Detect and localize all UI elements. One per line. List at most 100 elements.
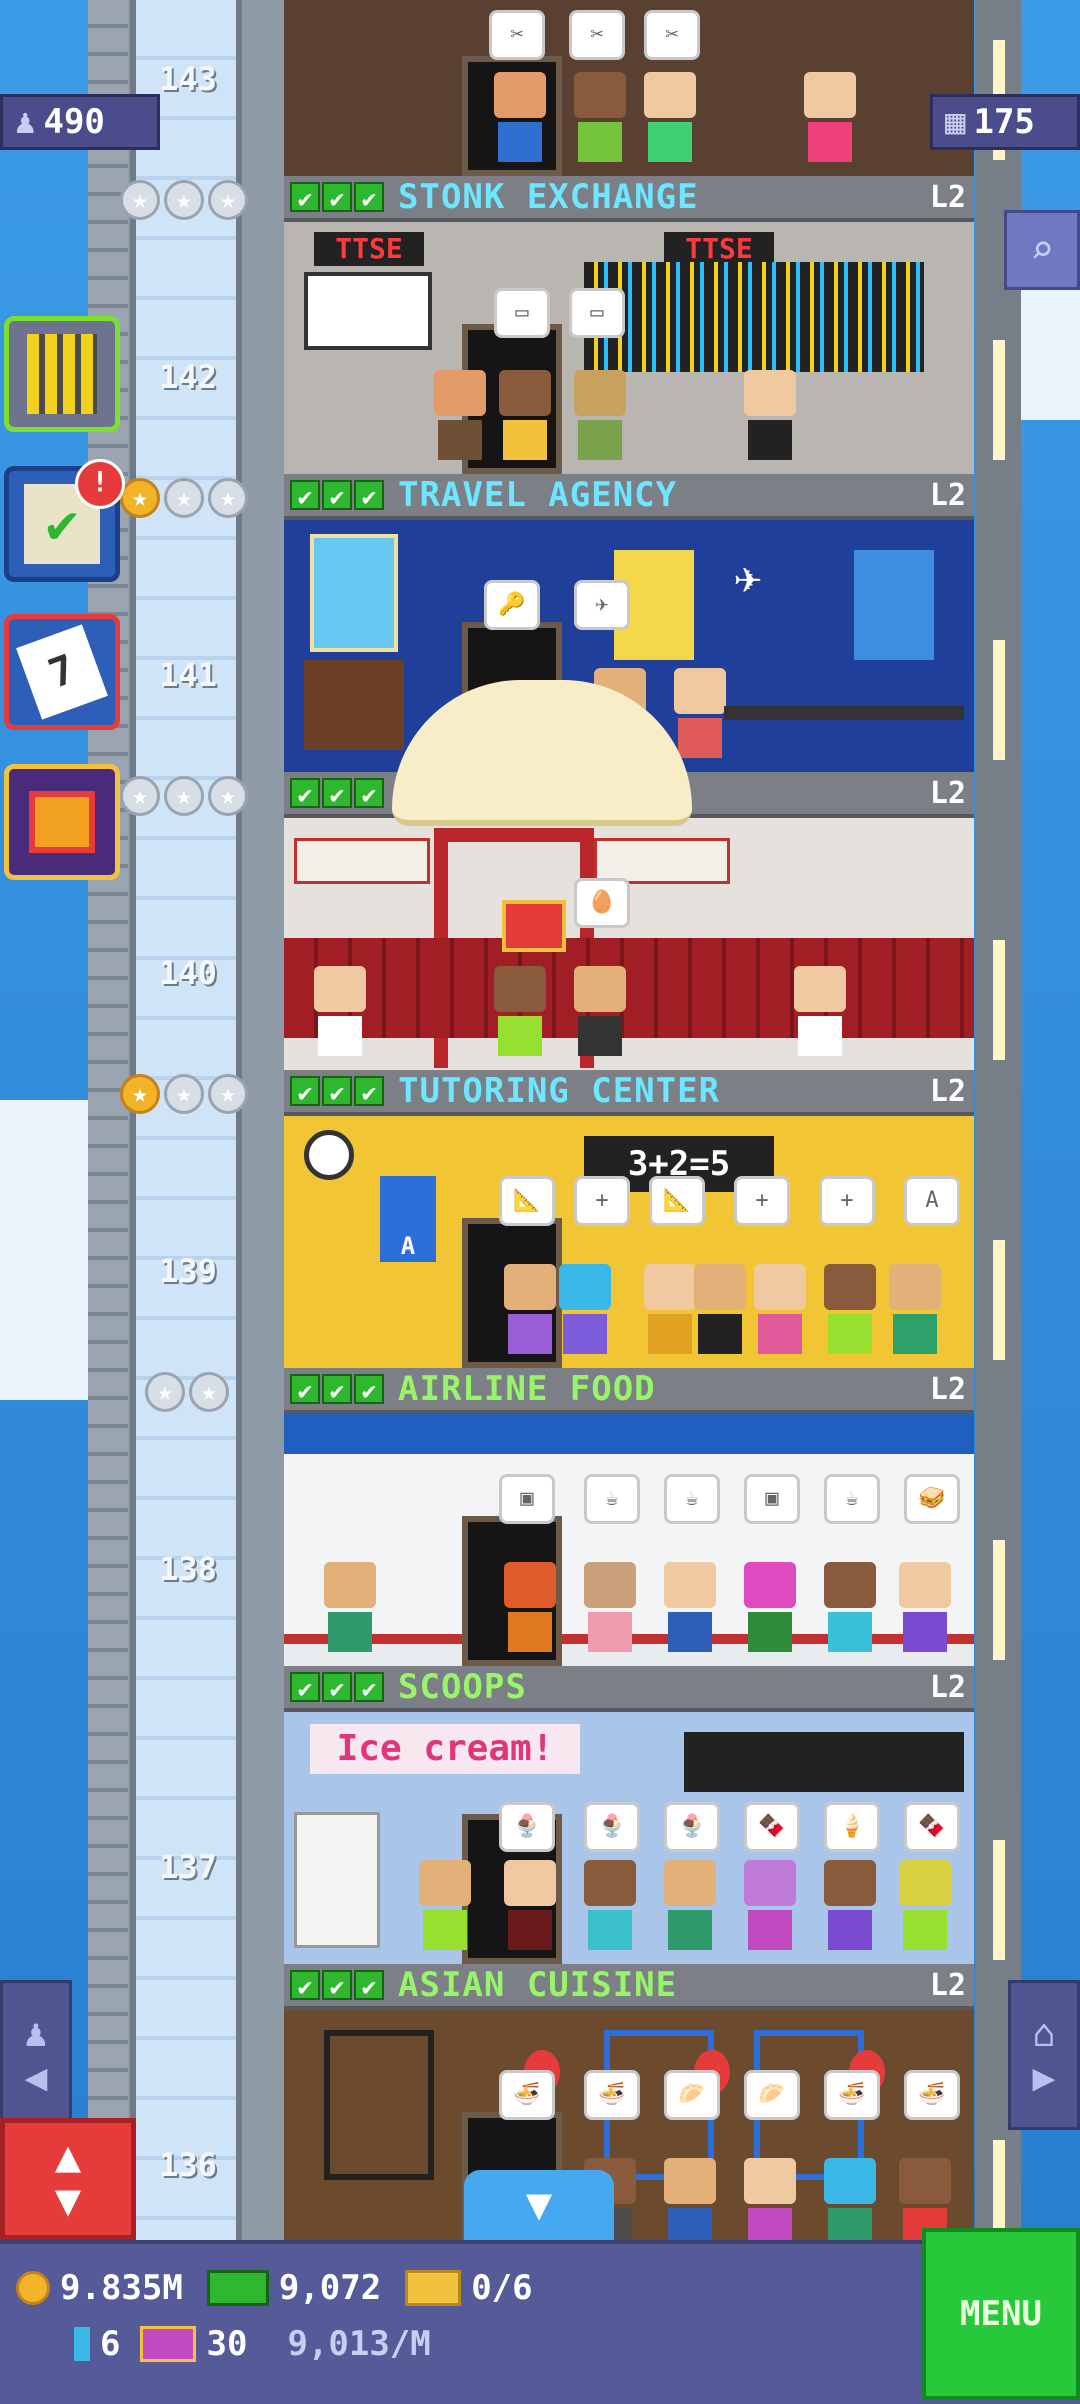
- person[interactable]: [419, 1860, 471, 1952]
- check-icon: ✔: [290, 1672, 320, 1703]
- floor-stars: ★ ★ ★: [120, 776, 248, 816]
- floor-scoops[interactable]: ✔ ✔ ✔ SCOOPS L2 Ice cream! 🍨 🍨 🍨 🍫 🍦 🍫: [284, 1666, 974, 1964]
- floor-stars: ★ ★: [145, 1372, 229, 1412]
- person[interactable]: [504, 1562, 556, 1654]
- home-button[interactable]: ⌂ ▶: [1008, 1980, 1080, 2130]
- person[interactable]: [324, 1562, 376, 1654]
- person[interactable]: [644, 72, 696, 164]
- person[interactable]: [899, 1860, 951, 1952]
- person[interactable]: [824, 2158, 876, 2250]
- missions-button[interactable]: ✔ !: [4, 459, 125, 582]
- person[interactable]: [754, 1264, 806, 1356]
- person[interactable]: [824, 1562, 876, 1654]
- elevator-down-button[interactable]: ▼: [464, 2170, 614, 2240]
- building-overview-button[interactable]: [4, 316, 120, 432]
- person[interactable]: [804, 72, 856, 164]
- person-icon: ♟: [24, 2011, 48, 2055]
- window-light: [993, 1540, 1005, 1660]
- person[interactable]: [824, 1264, 876, 1356]
- floor-level: L2: [929, 477, 966, 513]
- elevator-floor-number: 140: [159, 954, 217, 992]
- elevator-control-button[interactable]: ▲ ▼: [0, 2118, 136, 2240]
- check-icon: ✔: [354, 778, 384, 809]
- menu-button[interactable]: MENU: [922, 2228, 1080, 2400]
- elevator-car-track[interactable]: [130, 0, 242, 2240]
- display-case: [294, 1812, 380, 1948]
- person[interactable]: [744, 2158, 796, 2250]
- ticket-icon: [405, 2270, 462, 2306]
- population-badge[interactable]: ♟ 490: [0, 94, 160, 150]
- floor-airline-food[interactable]: ✔ ✔ ✔ AIRLINE FOOD L2 ▣ ☕ ☕ ▣ ☕ 🥪: [284, 1368, 974, 1666]
- person[interactable]: [559, 1264, 611, 1356]
- room-interior: ▣ ☕ ☕ ▣ ☕ 🥪: [284, 1414, 974, 1666]
- person[interactable]: [504, 1860, 556, 1952]
- person[interactable]: [744, 370, 796, 462]
- person[interactable]: [664, 1562, 716, 1654]
- request-bubble: 🍜: [904, 2070, 960, 2120]
- hud-row-top: 9.835M 9,072 0/6: [16, 2268, 533, 2308]
- person[interactable]: [694, 1264, 746, 1356]
- gems-value: 6: [100, 2324, 121, 2364]
- person[interactable]: [574, 72, 626, 164]
- elevator-mode-button[interactable]: ♟ ◀: [0, 1980, 72, 2130]
- check-icon: ✔: [290, 480, 320, 511]
- floor-level: L2: [929, 1073, 966, 1109]
- person[interactable]: [574, 966, 626, 1058]
- window-light: [993, 940, 1005, 1060]
- floors-badge[interactable]: ▦ 175: [930, 94, 1080, 150]
- person[interactable]: [494, 966, 546, 1058]
- request-bubble: +: [574, 1176, 630, 1226]
- request-bubble: 📐: [649, 1176, 705, 1226]
- person[interactable]: [499, 370, 551, 462]
- poster-bridge: [854, 550, 934, 660]
- person[interactable]: [889, 1264, 941, 1356]
- check-icon: ✔: [354, 182, 384, 213]
- tower-edge: [975, 0, 1021, 2260]
- person[interactable]: [434, 370, 486, 462]
- floor-room-partial[interactable]: ✂ ✂ ✂: [284, 0, 974, 176]
- room-interior: ✂ ✂ ✂: [284, 0, 974, 176]
- request-bubble: ✈: [574, 580, 630, 630]
- person[interactable]: [744, 1860, 796, 1952]
- person[interactable]: [584, 1562, 636, 1654]
- room-interior: TTSE TTSE ▭ ▭: [284, 222, 974, 474]
- floor-asian-cuisine[interactable]: ✔ ✔ ✔ ASIAN CUISINE L2 🍜 🍜 🥟 🥟 🍜 🍜: [284, 1964, 974, 2262]
- building-icon: [27, 334, 97, 414]
- request-bubble: ☕: [664, 1474, 720, 1524]
- floor-tutoring-center[interactable]: ✔ ✔ ✔ TUTORING CENTER L2 A 3+2=5 📐 + 📐 + +…: [284, 1070, 974, 1368]
- cloud: [1021, 280, 1080, 420]
- person[interactable]: [794, 966, 846, 1058]
- floor-name: STONK EXCHANGE: [398, 177, 699, 217]
- calendar-button[interactable]: 7: [4, 614, 120, 730]
- floor-stonk-exchange[interactable]: ✔ ✔ ✔ STONK EXCHANGE L2 TTSE TTSE ▭ ▭: [284, 176, 974, 474]
- desk: [724, 706, 964, 720]
- person[interactable]: [644, 1264, 696, 1356]
- parachute-gift[interactable]: [392, 680, 692, 960]
- person[interactable]: [664, 1860, 716, 1952]
- person[interactable]: [584, 1860, 636, 1952]
- request-bubble: ▭: [494, 288, 550, 338]
- arrow-up-icon: ▲: [54, 2131, 82, 2182]
- request-bubble: 📐: [499, 1176, 555, 1226]
- request-bubble: ✂: [569, 10, 625, 60]
- request-bubble: ▣: [499, 1474, 555, 1524]
- person[interactable]: [494, 72, 546, 164]
- person[interactable]: [744, 1562, 796, 1654]
- gem-icon: [74, 2327, 90, 2361]
- person[interactable]: [574, 370, 626, 462]
- floor-level: L2: [929, 1967, 966, 2003]
- person[interactable]: [664, 2158, 716, 2250]
- gift-button[interactable]: [4, 764, 120, 880]
- request-bubble: +: [734, 1176, 790, 1226]
- person[interactable]: [314, 966, 366, 1058]
- star-icon: ★: [145, 1372, 185, 1412]
- person[interactable]: [824, 1860, 876, 1952]
- person[interactable]: [504, 1264, 556, 1356]
- person[interactable]: [899, 1562, 951, 1654]
- clock-icon: [304, 1130, 354, 1180]
- floor-name: AIRLINE FOOD: [398, 1369, 656, 1409]
- bottom-hud: [0, 2240, 1080, 2404]
- search-button[interactable]: ⌕: [1004, 210, 1080, 290]
- check-icon: ✔: [322, 1672, 352, 1703]
- check-icon: ✔: [354, 1076, 384, 1107]
